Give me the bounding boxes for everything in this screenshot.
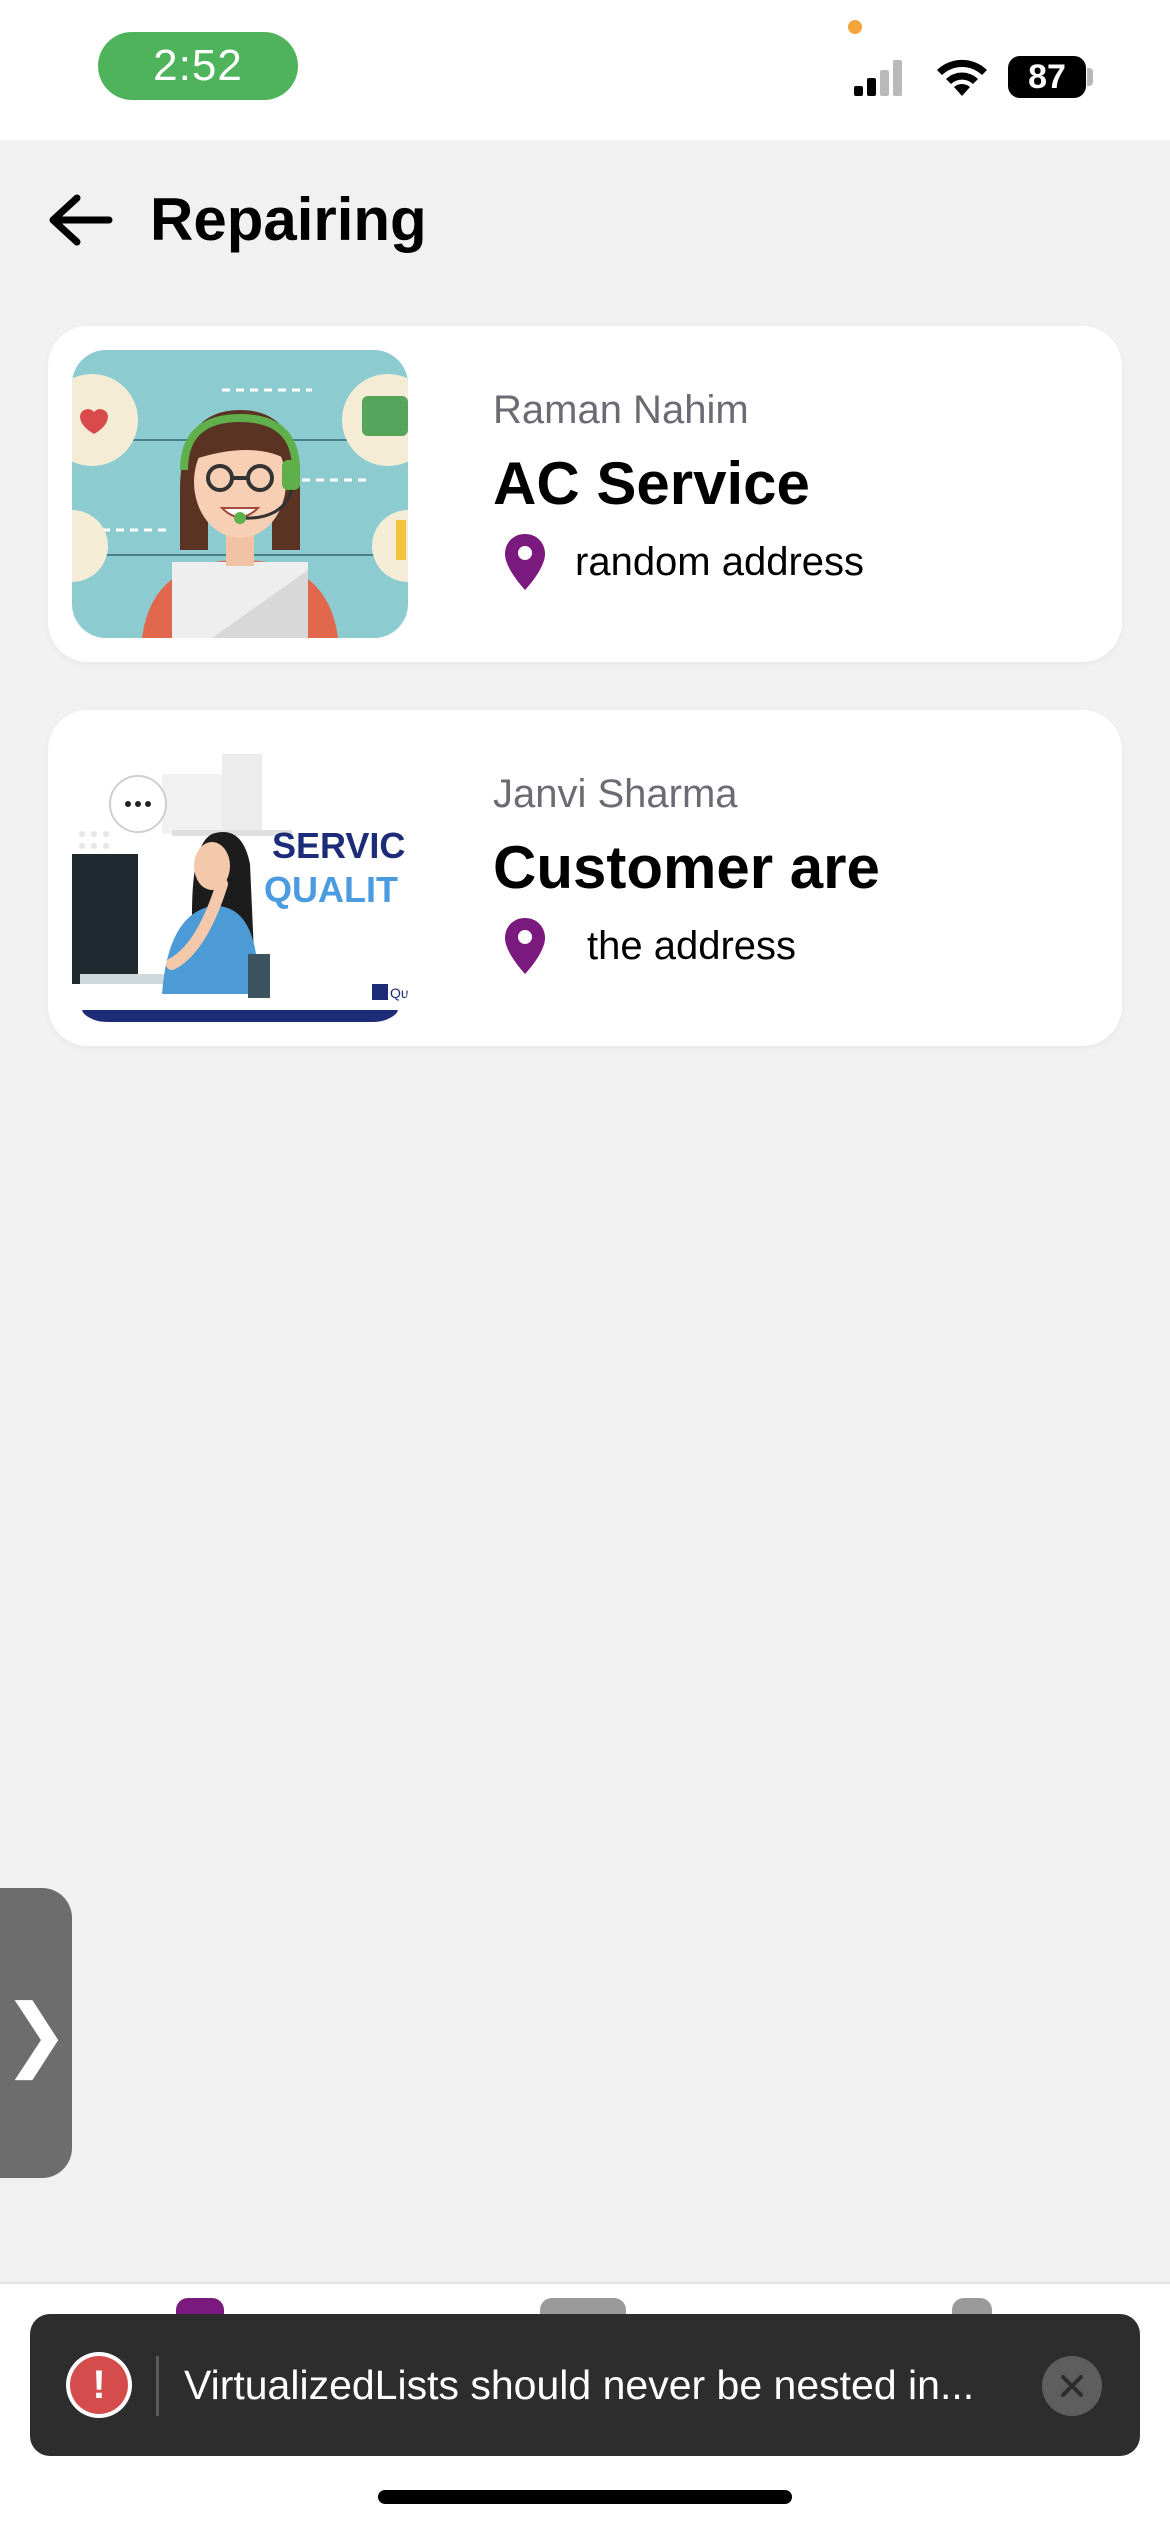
service-card[interactable]: SERVIC QUALIT Ques Janvi Sharma Customer… xyxy=(48,710,1122,1046)
location-pin-icon xyxy=(505,534,545,590)
battery-tip xyxy=(1087,68,1093,86)
address-text: random address xyxy=(575,539,865,584)
toast-message: VirtualizedLists should never be nested … xyxy=(184,2362,975,2408)
error-icon-glyph: ! xyxy=(70,2356,128,2414)
status-bar: 2:52 87 xyxy=(0,0,1170,140)
image-text-brand: Ques xyxy=(390,985,408,1001)
privacy-indicator-dot xyxy=(848,20,862,34)
service-image xyxy=(72,350,408,638)
cellular-signal-icon xyxy=(854,60,902,96)
error-icon: ! xyxy=(66,2352,132,2418)
side-drawer-tab[interactable]: ❯ xyxy=(0,1888,72,2178)
provider-name: Janvi Sharma xyxy=(493,772,738,816)
arrow-left-icon xyxy=(49,194,113,246)
service-image: SERVIC QUALIT Ques xyxy=(72,734,408,1022)
toast-divider xyxy=(156,2356,159,2416)
address-text: the address xyxy=(587,923,797,968)
battery-indicator: 87 xyxy=(1008,56,1086,98)
address-row: random address xyxy=(503,532,864,592)
error-toast[interactable]: ! VirtualizedLists should never be neste… xyxy=(30,2314,1140,2456)
page-title: Repairing xyxy=(150,186,427,253)
wifi-icon xyxy=(937,59,987,96)
service-card[interactable]: Raman Nahim AC Service random address xyxy=(48,326,1122,662)
toast-close-button[interactable] xyxy=(1042,2356,1102,2416)
close-icon xyxy=(1061,2375,1083,2397)
home-indicator[interactable] xyxy=(378,2490,792,2504)
chevron-right-icon: ❯ xyxy=(2,1988,70,2078)
provider-name: Raman Nahim xyxy=(493,388,749,432)
location-pin-icon xyxy=(505,918,545,974)
service-title: AC Service xyxy=(493,450,810,517)
service-title: Customer are xyxy=(493,834,880,901)
image-text-service: SERVIC xyxy=(272,825,405,866)
back-button[interactable] xyxy=(40,188,120,252)
status-time: 2:52 xyxy=(98,32,298,100)
image-text-quality: QUALIT xyxy=(264,869,398,910)
address-row: the address xyxy=(503,916,796,976)
page-header: Repairing xyxy=(0,160,1170,280)
